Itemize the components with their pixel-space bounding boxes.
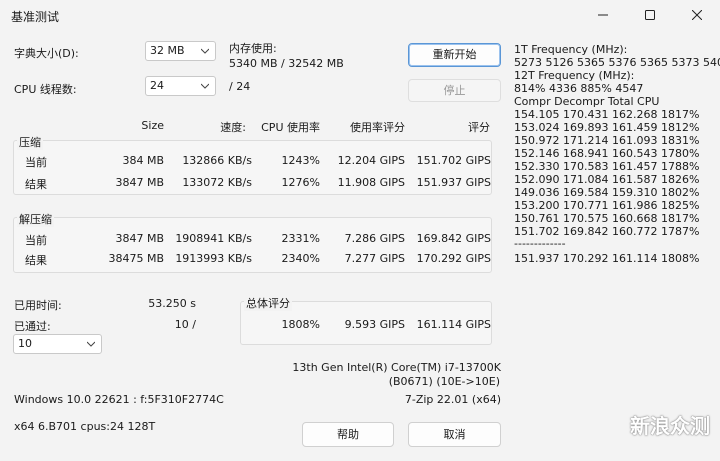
cpu-threads-value: 24 [150,79,164,92]
elapsed-time-label: 已用时间: [14,299,62,312]
elapsed-time-value: 53.250 s [148,297,196,310]
chevron-down-icon [87,341,95,347]
chevron-down-icon [201,48,209,54]
decompress-current-speed: 1908941 KB/s [175,232,252,245]
log-line: 152.090 171.084 161.587 1826% [514,173,700,186]
log-line: 153.024 169.893 161.459 1812% [514,121,700,134]
log-line: 152.330 170.583 161.457 1788% [514,160,700,173]
compress-current-rating: 151.702 GIPS [416,154,491,167]
decompress-current-size: 3847 MB [115,232,164,245]
decompress-current-cpu: 2331% [281,232,320,245]
decompress-result-cpu: 2340% [281,252,320,265]
compress-label: 压缩 [17,134,43,150]
decompress-result-size: 38475 MB [108,252,164,265]
log-line: 5273 5126 5365 5376 5365 5373 5406 [514,56,720,69]
close-button[interactable] [674,0,720,30]
dict-size-label: 字典大小(D): [14,47,79,60]
log-line: Compr Decompr Total CPU [514,95,660,108]
decompress-current-rating: 169.842 GIPS [416,232,491,245]
passes-select-value: 10 [18,337,32,350]
close-icon [692,10,702,20]
log-line: 154.105 170.431 162.268 1817% [514,108,700,121]
header-size: Size [141,119,164,132]
os-info: Windows 10.0 22621 : f:5F310F2774C [14,393,224,406]
restart-button[interactable]: 重新开始 [408,43,501,67]
compress-result-rating: 151.937 GIPS [416,176,491,189]
cpu-threads-total: / 24 [229,80,251,93]
log-line: 150.761 170.575 160.668 1817% [514,212,700,225]
header-rating: 评分 [468,121,490,134]
passed-label: 已通过: [14,320,51,333]
compress-current-cpu: 1243% [281,154,320,167]
passed-value: 10 / [174,318,196,331]
decompress-result-label: 结果 [25,254,47,267]
log-line: 151.937 170.292 161.114 1808% [514,252,700,265]
memory-usage-label: 内存使用: [229,42,277,55]
compress-result-size: 3847 MB [115,176,164,189]
log-line: 150.972 171.214 161.093 1831% [514,134,700,147]
compress-result-rpu: 11.908 GIPS [337,176,405,189]
header-rating-per-usage: 使用率评分 [350,121,405,134]
cpu-threads-label: CPU 线程数: [14,83,77,96]
minimize-icon [598,14,608,16]
decompress-current-label: 当前 [25,234,47,247]
log-line: 1T Frequency (MHz): [514,43,628,56]
cpu-id: (B0671) (10E->10E) [388,375,500,388]
chevron-down-icon [201,83,209,89]
log-line: 149.036 169.584 159.310 1802% [514,186,700,199]
decompress-result-rpu: 7.277 GIPS [344,252,405,265]
compress-current-speed: 132866 KB/s [182,154,252,167]
decompress-label: 解压缩 [17,211,54,227]
passes-select[interactable]: 10 [13,334,102,354]
compress-result-cpu: 1276% [281,176,320,189]
cpu-threads-select[interactable]: 24 [145,76,216,96]
total-rating: 161.114 GIPS [416,318,491,331]
dict-size-select[interactable]: 32 MB [145,41,216,61]
compress-result-speed: 133072 KB/s [182,176,252,189]
decompress-current-rpu: 7.286 GIPS [344,232,405,245]
log-line: 153.200 170.771 161.986 1825% [514,199,700,212]
header-speed: 速度: [220,121,246,134]
cancel-button[interactable]: 取消 [408,422,501,447]
cpu-name: 13th Gen Intel(R) Core(TM) i7-13700K [292,361,501,374]
log-separator: ------------- [514,237,566,250]
compress-current-rpu: 12.204 GIPS [337,154,405,167]
total-rating-label: 总体评分 [244,295,292,311]
total-cpu: 1808% [281,318,320,331]
total-rpu: 9.593 GIPS [344,318,405,331]
maximize-icon [645,10,655,20]
compress-result-label: 结果 [25,178,47,191]
maximize-button[interactable] [627,0,673,30]
minimize-button[interactable] [580,0,626,30]
decompress-result-rating: 170.292 GIPS [416,252,491,265]
log-line: 152.146 168.941 160.543 1780% [514,147,700,160]
watermark-logo: 新浪众测 [630,414,710,438]
header-cpu-usage: CPU 使用率 [261,121,320,134]
memory-usage-value: 5340 MB / 32542 MB [229,57,344,70]
compress-current-size: 384 MB [122,154,164,167]
window-title: 基准测试 [11,10,60,24]
dict-size-value: 32 MB [150,44,185,57]
log-line: 12T Frequency (MHz): [514,69,635,82]
help-button[interactable]: 帮助 [302,422,394,447]
version-info: 7-Zip 22.01 (x64) [404,393,501,406]
log-line: 814% 4336 885% 4547 [514,82,644,95]
compress-current-label: 当前 [25,156,47,169]
decompress-result-speed: 1913993 KB/s [175,252,252,265]
stop-button[interactable]: 停止 [408,79,501,102]
arch-info: x64 6.B701 cpus:24 128T [14,420,156,433]
